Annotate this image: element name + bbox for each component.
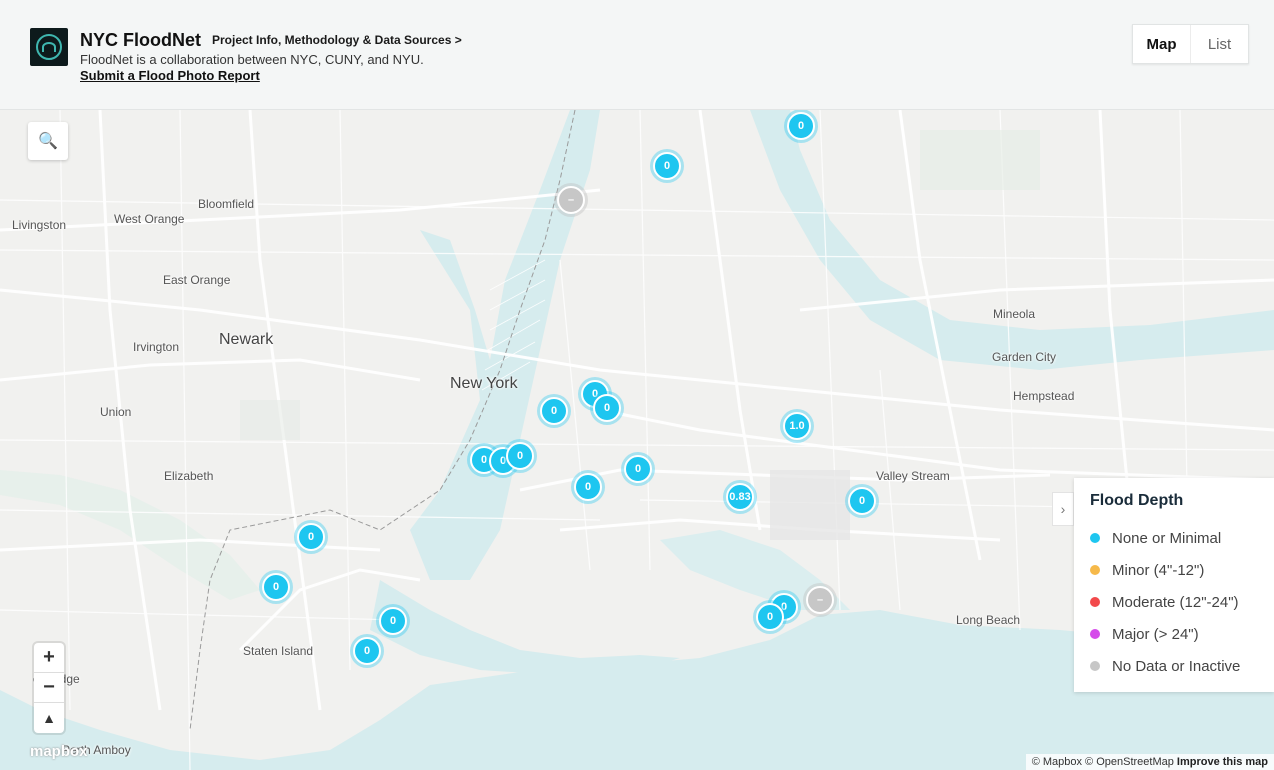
- submit-report-link[interactable]: Submit a Flood Photo Report: [80, 68, 260, 83]
- project-info-link[interactable]: Project Info, Methodology & Data Sources…: [212, 33, 462, 47]
- sensor-marker[interactable]: 0.83: [726, 483, 754, 511]
- legend-label: Major (> 24"): [1112, 625, 1199, 643]
- sensor-marker[interactable]: 0: [262, 573, 290, 601]
- improve-map-link[interactable]: Improve this map: [1177, 756, 1268, 768]
- legend-collapse-button[interactable]: ›: [1052, 492, 1074, 526]
- legend-item: Moderate (12"-24"): [1090, 586, 1258, 618]
- map-view-button[interactable]: Map: [1133, 25, 1191, 63]
- legend-dot: [1090, 565, 1100, 575]
- place-label: Irvington: [133, 340, 180, 354]
- place-label: Mineola: [993, 307, 1036, 321]
- sensor-marker[interactable]: 0: [787, 112, 815, 140]
- legend-dot: [1090, 533, 1100, 543]
- legend-label: None or Minimal: [1112, 529, 1222, 547]
- place-label: Long Beach: [956, 613, 1021, 627]
- map-attribution: © Mapbox © OpenStreetMap Improve this ma…: [1025, 754, 1274, 770]
- legend-item: Minor (4"-12"): [1090, 554, 1258, 586]
- place-label: New York: [450, 375, 518, 392]
- zoom-out-button[interactable]: −: [34, 673, 64, 703]
- list-view-button[interactable]: List: [1191, 25, 1248, 63]
- place-label: Bloomfield: [198, 197, 255, 211]
- view-toggle: Map List: [1132, 24, 1249, 64]
- place-label: Union: [100, 405, 132, 419]
- legend-dot: [1090, 629, 1100, 639]
- sensor-marker[interactable]: 0: [848, 487, 876, 515]
- legend-item: Major (> 24"): [1090, 618, 1258, 650]
- place-label: Livingston: [12, 218, 67, 232]
- sensor-marker[interactable]: 0: [653, 152, 681, 180]
- place-label: Elizabeth: [164, 469, 214, 483]
- zoom-in-button[interactable]: +: [34, 643, 64, 673]
- legend-dot: [1090, 597, 1100, 607]
- place-label: Newark: [219, 331, 274, 348]
- sensor-marker[interactable]: 0: [574, 473, 602, 501]
- sensor-marker[interactable]: –: [557, 186, 585, 214]
- sensor-marker[interactable]: 1.0: [783, 412, 811, 440]
- legend-label: Moderate (12"-24"): [1112, 593, 1239, 611]
- place-label: East Orange: [163, 273, 231, 287]
- attribution-text[interactable]: © Mapbox © OpenStreetMap: [1032, 756, 1174, 768]
- compass-reset-button[interactable]: ▲: [34, 703, 64, 733]
- sensor-marker[interactable]: –: [806, 586, 834, 614]
- legend-item: None or Minimal: [1090, 522, 1258, 554]
- app-header: NYC FloodNet Project Info, Methodology &…: [0, 0, 1274, 110]
- sensor-marker[interactable]: 0: [540, 397, 568, 425]
- place-label: Garden City: [992, 350, 1057, 364]
- app-subtitle: FloodNet is a collaboration between NYC,…: [80, 52, 424, 67]
- legend-title: Flood Depth: [1090, 492, 1184, 509]
- legend-dot: [1090, 661, 1100, 671]
- logo-wave-icon: [42, 42, 56, 52]
- legend-item: No Data or Inactive: [1090, 650, 1258, 682]
- sensor-marker[interactable]: 0: [756, 603, 784, 631]
- floodnet-logo[interactable]: [30, 28, 68, 66]
- map-search-button[interactable]: 🔍: [28, 122, 68, 160]
- legend-label: No Data or Inactive: [1112, 657, 1241, 675]
- place-label: Valley Stream: [876, 469, 950, 483]
- chevron-right-icon: ›: [1060, 501, 1066, 517]
- place-label: West Orange: [114, 212, 185, 226]
- sensor-marker[interactable]: 0: [593, 394, 621, 422]
- sensor-marker[interactable]: 0: [379, 607, 407, 635]
- zoom-control: + − ▲: [34, 643, 64, 733]
- legend-label: Minor (4"-12"): [1112, 561, 1205, 579]
- place-label: Staten Island: [243, 644, 314, 658]
- place-label: Hempstead: [1013, 389, 1075, 403]
- flood-map[interactable]: Livingston West Orange Bloomfield East O…: [0, 110, 1274, 770]
- flood-depth-legend: Flood Depth None or Minimal Minor (4"-12…: [1074, 478, 1274, 692]
- search-icon: 🔍: [38, 133, 58, 150]
- mapbox-logo[interactable]: mapbox: [30, 743, 88, 760]
- sensor-marker[interactable]: 0: [506, 442, 534, 470]
- sensor-marker[interactable]: 0: [297, 523, 325, 551]
- sensor-marker[interactable]: 0: [353, 637, 381, 665]
- app-title: NYC FloodNet: [80, 30, 201, 50]
- sensor-marker[interactable]: 0: [624, 455, 652, 483]
